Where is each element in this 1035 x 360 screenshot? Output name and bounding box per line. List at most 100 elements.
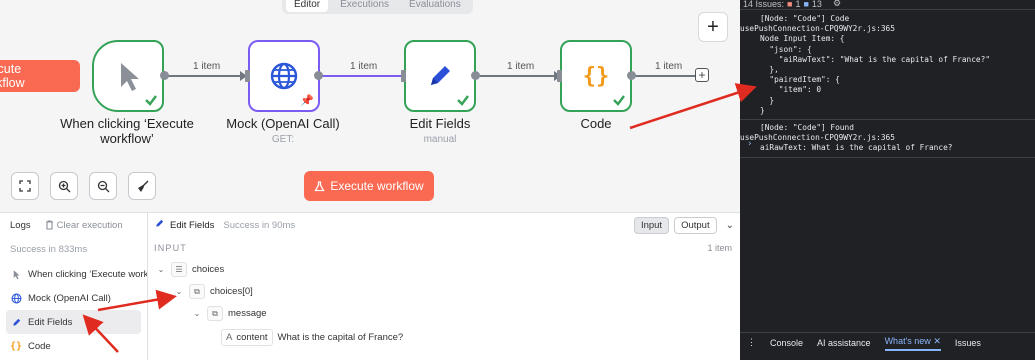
detail-node-name: Edit Fields: [170, 219, 215, 231]
input-tab[interactable]: Input: [633, 216, 670, 234]
globe-icon: [270, 62, 298, 90]
error-badge-icon: ■: [787, 0, 793, 9]
view-tabs: Editor Executions Evaluations: [282, 0, 473, 14]
error-count[interactable]: 1: [795, 0, 800, 9]
zoom-in-icon: [58, 180, 70, 192]
chevron-down-icon[interactable]: ⌄: [726, 220, 734, 231]
app-root: Editor Executions Evaluations Execute wo…: [0, 0, 1035, 360]
chevron-down-icon[interactable]: ⌄: [174, 287, 184, 296]
node-label: Edit Fields: [409, 116, 471, 131]
globe-icon: [10, 292, 22, 304]
detail-status: Success in 90ms: [223, 219, 296, 231]
tab-editor[interactable]: Editor: [286, 0, 329, 12]
console-separator: [740, 119, 1035, 121]
console-separator: [740, 156, 1035, 158]
connection-3: [478, 75, 556, 77]
log-item-edit-fields[interactable]: Edit Fields: [6, 310, 141, 334]
log-item-mock-openai[interactable]: Mock (OpenAI Call): [0, 286, 147, 310]
edge-label: 1 item: [507, 61, 535, 72]
node-detail-panel: Edit Fields Success in 90ms Input Output…: [148, 212, 740, 360]
chevron-down-icon[interactable]: ⌄: [192, 309, 202, 318]
log-item-manual-trigger[interactable]: When clicking ‘Execute workflow’: [0, 262, 147, 286]
output-port[interactable]: [314, 71, 323, 80]
logs-header: Logs Clear execution: [0, 213, 147, 237]
tab-issues[interactable]: Issues: [955, 338, 981, 348]
log-item-label: Code: [28, 340, 51, 352]
fit-view-icon: [19, 180, 31, 192]
tree-node-choices[interactable]: ⌄ ☰ choices: [156, 262, 224, 277]
zoom-out-button[interactable]: [89, 172, 117, 200]
cube-icon: ⧉: [189, 284, 205, 299]
console-line: }: [760, 105, 765, 115]
pencil-icon: [10, 316, 22, 328]
log-item-label: When clicking ‘Execute workflow’: [28, 268, 147, 280]
output-port[interactable]: [160, 71, 169, 80]
console-line: }: [760, 95, 775, 105]
tree-node-choices-0[interactable]: ⌄ ⧉ choices[0]: [174, 284, 253, 299]
input-port[interactable]: [557, 70, 562, 82]
pin-icon: 📌: [300, 95, 314, 107]
log-item-label: Edit Fields: [28, 316, 73, 328]
output-port[interactable]: [471, 71, 480, 80]
log-item-label: Mock (OpenAI Call): [28, 292, 111, 304]
string-type-icon: A: [226, 332, 233, 343]
pencil-icon: [431, 66, 450, 85]
fit-view-button[interactable]: [11, 172, 39, 200]
output-port[interactable]: [627, 71, 636, 80]
tree-key: choices: [192, 264, 225, 275]
log-item-code[interactable]: {} Code: [0, 334, 147, 358]
node-label: Code: [580, 116, 612, 131]
check-icon: [457, 95, 469, 106]
trash-icon: [45, 220, 53, 230]
tab-whats-new[interactable]: What's new ✕: [884, 334, 941, 351]
connection-4: [634, 75, 696, 77]
console-prompt[interactable]: ›: [747, 139, 752, 149]
console-line: "json": {: [760, 44, 812, 54]
tab-executions[interactable]: Executions: [332, 0, 397, 12]
clear-execution-label: Clear execution: [56, 219, 123, 231]
add-output-button[interactable]: +: [695, 68, 709, 82]
braces-icon: {}: [9, 340, 23, 352]
node-label: Mock (OpenAI Call): [226, 116, 340, 131]
input-port[interactable]: [401, 70, 406, 82]
connection-1: [167, 75, 242, 77]
workflow-canvas[interactable]: Editor Executions Evaluations Execute wo…: [0, 0, 740, 212]
execute-workflow-button[interactable]: Execute workflow: [304, 171, 434, 201]
tree-key: content: [236, 332, 268, 343]
edge-label: 1 item: [350, 61, 378, 72]
console-source-link[interactable]: usePushConnection-CPQ9WY2r.js:365: [740, 133, 895, 142]
console-line: [Node: "Code"] Code: [760, 14, 850, 23]
devtools-issues-bar: 14 Issues: ■ 1 ■ 13 ⚙: [740, 0, 1035, 10]
tree-node-message[interactable]: ⌄ ⧉ message: [192, 306, 267, 321]
console-line: Node Input Item: {: [760, 34, 845, 44]
console-source-link[interactable]: usePushConnection-CPQ9WY2r.js:365: [740, 24, 895, 33]
tab-evaluations[interactable]: Evaluations: [401, 0, 469, 12]
tab-ai-assistance[interactable]: AI assistance: [817, 338, 871, 348]
node-subtitle: GET:: [271, 134, 295, 145]
output-tab[interactable]: Output: [674, 216, 717, 234]
add-node-button[interactable]: +: [698, 12, 728, 42]
input-port[interactable]: [245, 70, 250, 82]
node-edit-fields[interactable]: [404, 40, 476, 112]
node-code[interactable]: {}: [560, 40, 632, 112]
console-log-1: [Node: "Code"] Code usePushConnection-CP…: [740, 14, 1035, 116]
tab-console[interactable]: Console: [770, 338, 803, 348]
clear-execution-button[interactable]: Clear execution: [45, 220, 123, 231]
node-mock-openai[interactable]: 📌: [248, 40, 320, 112]
zoom-in-button[interactable]: [50, 172, 78, 200]
more-icon[interactable]: ⋮: [747, 337, 756, 348]
node-label: When clicking ‘Execute workflow’: [60, 116, 194, 146]
node-manual-trigger[interactable]: [92, 40, 164, 112]
gear-icon[interactable]: ⚙: [833, 0, 841, 9]
execute-workflow-button-partial[interactable]: Execute workflow: [0, 60, 80, 92]
edge-label: 1 item: [193, 61, 221, 72]
tree-node-content[interactable]: A content What is the capital of France?: [221, 329, 403, 346]
console-line: "pairedItem": {: [760, 75, 840, 85]
detail-header: Edit Fields Success in 90ms Input Output…: [148, 213, 740, 237]
info-count[interactable]: 13: [812, 0, 822, 9]
chevron-down-icon[interactable]: ⌄: [156, 265, 166, 274]
cube-icon: ⧉: [207, 306, 223, 321]
flask-icon: [314, 180, 325, 191]
edge-label: 1 item: [655, 61, 683, 72]
tidy-up-button[interactable]: [128, 172, 156, 200]
